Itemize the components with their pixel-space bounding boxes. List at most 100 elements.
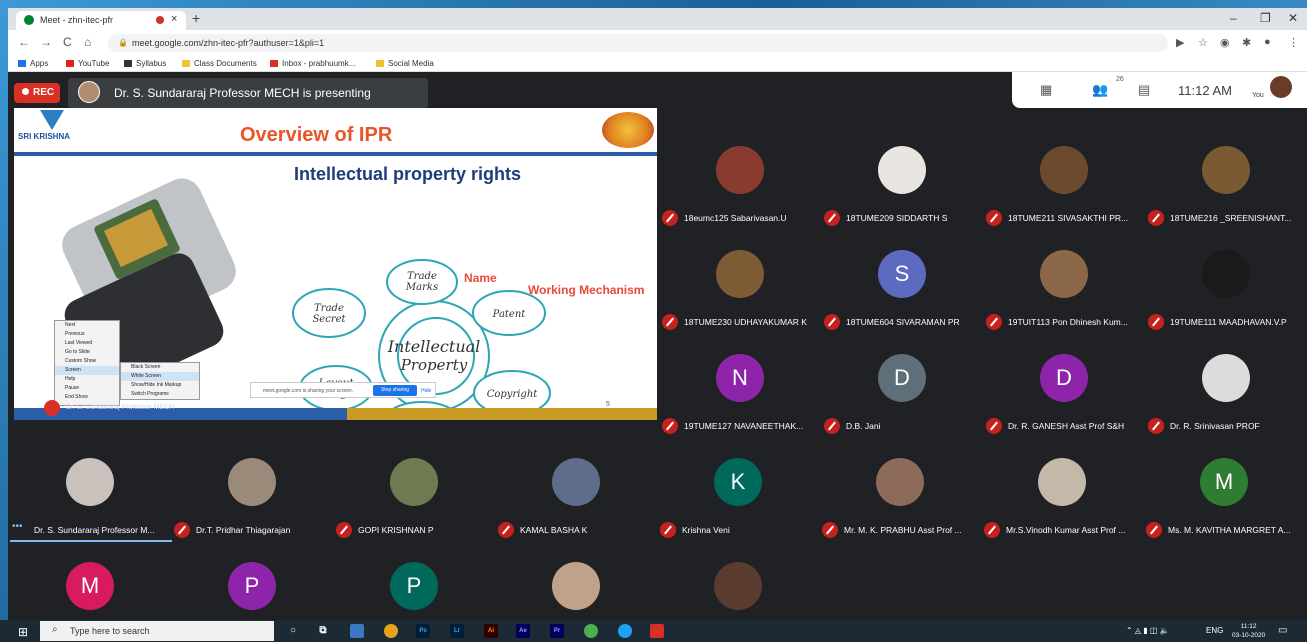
participant-tile[interactable]: M Ms. M. KAVITHA MARGRET A... [1144, 438, 1306, 542]
after-effects-icon[interactable]: Ae [516, 624, 530, 638]
participant-avatar [878, 146, 926, 194]
context-menu-item[interactable]: Previous [55, 330, 119, 339]
participant-tile[interactable]: 19TUME111 MAADHAVAN.V.P [1146, 230, 1307, 334]
layout-grid-icon[interactable]: ▦ [1040, 82, 1052, 98]
participant-tile[interactable]: 18eumc125 Sabarivasan.U [660, 126, 822, 230]
participant-tile[interactable]: 19TUIT113 Pon Dhinesh Kum... [984, 230, 1146, 334]
lightroom-icon[interactable]: Lr [450, 624, 464, 638]
context-menu-item[interactable]: Pause [55, 384, 119, 393]
star-icon[interactable]: ☆ [1198, 36, 1208, 49]
participant-tile[interactable]: Sibi Chakaravarthi [658, 542, 820, 620]
stop-sharing-button[interactable]: Stop sharing [373, 385, 417, 396]
people-icon[interactable]: 👥 [1092, 82, 1108, 98]
participant-tile[interactable]: PPraveen G [172, 542, 334, 620]
illustrator-icon[interactable]: Ai [484, 624, 498, 638]
gmail-icon [270, 60, 278, 67]
chat-icon[interactable]: ▤ [1138, 82, 1150, 98]
acrobat-icon[interactable] [650, 624, 664, 638]
taskbar-clock[interactable]: 11:12 03-10-2020 [1232, 622, 1265, 640]
close-window-button[interactable]: ✕ [1288, 11, 1298, 25]
participant-tile[interactable]: 18TUME209 SIDDARTH S [822, 126, 984, 230]
participant-tile[interactable]: Mr. M. K. PRABHU Asst Prof ... [820, 438, 982, 542]
context-menu-item[interactable]: Next [55, 321, 119, 330]
participant-tile[interactable]: Roopa Venkat Asst Prof IT [496, 542, 658, 620]
mic-off-icon [662, 314, 678, 330]
reload-button[interactable]: C [63, 35, 72, 49]
tab-close-button[interactable]: × [171, 13, 177, 25]
new-tab-button[interactable]: + [192, 10, 200, 26]
file-explorer-icon[interactable] [350, 624, 364, 638]
bookmark-social-media[interactable]: Social Media [376, 59, 434, 68]
submenu-item[interactable]: Switch Programs [121, 390, 199, 399]
forward-button[interactable]: → [40, 35, 52, 49]
notification-icon[interactable]: ▭ [1278, 625, 1287, 636]
bookmark-apps[interactable]: Apps [18, 59, 48, 68]
home-button[interactable]: ⌂ [84, 35, 91, 49]
participant-tile[interactable]: D D.B. Jani [822, 334, 984, 438]
tab-meet[interactable]: Meet - zhn-itec-pfr × [16, 11, 186, 30]
participant-tile[interactable]: 18TUME211 SIVASAKTHI PR... [984, 126, 1146, 230]
bubble-copyright: Copyright [487, 389, 539, 400]
participant-tile[interactable]: Mr.S.Vinodh Kumar Asst Prof ... [982, 438, 1144, 542]
camera-icon[interactable]: ▶ [1176, 36, 1184, 49]
taskbar-search-input[interactable]: ⌕ Type here to search [40, 621, 274, 641]
profile-avatar-icon[interactable]: ● [1264, 36, 1271, 48]
app-icon[interactable] [584, 624, 598, 638]
menu-icon[interactable]: ⋮ [1288, 36, 1299, 49]
bookmark-class-documents[interactable]: Class Documents [182, 59, 257, 68]
participant-tile[interactable]: N 19TUME127 NAVANEETHAK... [660, 334, 822, 438]
participant-tile[interactable]: D Dr. R. GANESH Asst Prof S&H [984, 334, 1146, 438]
participant-tile[interactable]: 18TUME230 UDHAYAKUMAR K [660, 230, 822, 334]
slide-presenter-label: Dr. S. Sundararaj Professor MECH [66, 404, 175, 411]
presenter-avatar [78, 81, 100, 103]
cortana-icon[interactable]: ○ [286, 624, 300, 638]
participant-name: 18TUME604 SIVARAMAN PR [846, 317, 960, 327]
context-menu-item[interactable]: Help [55, 375, 119, 384]
minimize-button[interactable]: – [1230, 11, 1237, 25]
hide-share-bar-button[interactable]: Hide [421, 388, 431, 394]
context-menu-item[interactable]: Screen [55, 366, 119, 375]
slide-page-number: 5 [606, 401, 610, 408]
context-menu-item[interactable]: End Show [55, 393, 119, 402]
back-button[interactable]: ← [18, 35, 30, 49]
bookmark-syllabus[interactable]: Syllabus [124, 59, 166, 68]
participant-tile[interactable]: PProfessor dvijayakumar [334, 542, 496, 620]
participant-tile[interactable]: Dr.T. Pridhar Thiagarajan [172, 438, 334, 542]
windows-taskbar: ⊞ ⌕ Type here to search ○ ⧉ Ps Lr Ai Ae … [0, 620, 1307, 642]
premiere-icon[interactable]: Pr [550, 624, 564, 638]
submenu-item[interactable]: Black Screen [121, 363, 199, 372]
submenu-item[interactable]: Show/Hide Ink Markup [121, 381, 199, 390]
url-input[interactable]: 🔒 meet.google.com/zhn-itec-pfr?authuser=… [108, 34, 1168, 52]
language-indicator[interactable]: ENG [1206, 626, 1223, 635]
system-tray-icons[interactable]: ⌃ ◬ ▮ ◫ 🔈 [1126, 626, 1170, 635]
bookmark-inbox[interactable]: Inbox - prabhuumk... [270, 59, 355, 68]
task-view-icon[interactable]: ⧉ [316, 624, 330, 638]
context-menu-item[interactable]: Last Viewed [55, 339, 119, 348]
self-avatar[interactable] [1270, 76, 1292, 98]
bookmark-youtube[interactable]: YouTube [66, 59, 109, 68]
participant-tile[interactable]: 18TUME216 _SREENISHANT... [1146, 126, 1307, 230]
participant-name: Mr.S.Vinodh Kumar Asst Prof ... [1006, 525, 1126, 535]
puzzle-icon[interactable]: ✱ [1242, 36, 1251, 49]
participant-name: 19TUME111 MAADHAVAN.V.P [1170, 317, 1287, 327]
edge-icon[interactable] [618, 624, 632, 638]
participant-tile[interactable]: Dr. R. Srinivasan PROF [1146, 334, 1307, 438]
participant-avatar: N [716, 354, 764, 402]
participant-name: KAMAL BASHA K [520, 525, 588, 535]
participant-name: Krishna Veni [682, 525, 730, 535]
participant-tile[interactable]: K Krishna Veni [658, 438, 820, 542]
windows-start-icon[interactable]: ⊞ [18, 625, 28, 639]
context-menu-item[interactable]: Custom Show [55, 357, 119, 366]
participant-tile[interactable]: S 18TUME604 SIVARAMAN PR [822, 230, 984, 334]
participant-name: 18TUME230 UDHAYAKUMAR K [684, 317, 807, 327]
submenu-item[interactable]: White Screen [121, 372, 199, 381]
participant-tile[interactable]: MMs. P. Anantha Prabha, ASST. ... [10, 542, 172, 620]
photoshop-icon[interactable]: Ps [416, 624, 430, 638]
participant-tile[interactable]: ••• Dr. S. Sundararaj Professor M... [10, 438, 172, 542]
restore-button[interactable]: ❐ [1260, 11, 1271, 25]
chrome-icon[interactable] [384, 624, 398, 638]
context-menu-item[interactable]: Go to Slide [55, 348, 119, 357]
participant-tile[interactable]: KAMAL BASHA K [496, 438, 658, 542]
extension-icon[interactable]: ◉ [1220, 36, 1230, 49]
participant-tile[interactable]: GOPI KRISHNAN P [334, 438, 496, 542]
